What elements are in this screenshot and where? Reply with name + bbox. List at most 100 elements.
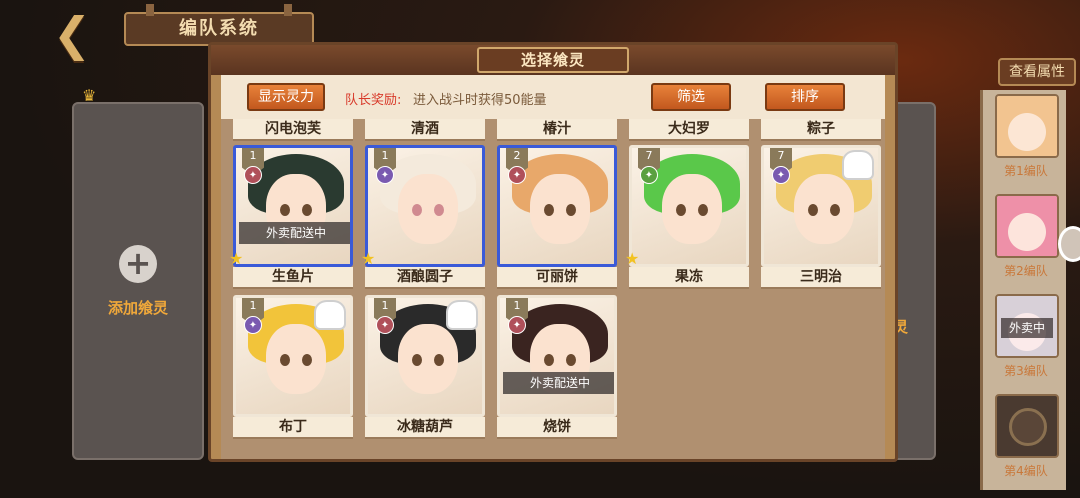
spirit-card[interactable]: 7 ✦ 三明治 [761, 145, 881, 293]
face-shape [794, 174, 854, 244]
team-emblem-icon [1009, 408, 1047, 446]
eye-shape [544, 354, 554, 366]
spirit-name-label: 冰糖葫芦 [365, 417, 485, 439]
team-tab-3[interactable]: 外卖中 [995, 294, 1059, 358]
spirit-portrait: 2 ✦ [497, 145, 617, 267]
eye-shape [698, 204, 708, 216]
sort-button[interactable]: 排序 [765, 83, 845, 111]
team-label-4: 第4编队 [1004, 464, 1048, 478]
spirit-card[interactable]: 1 ✦ ★ 酒酿圆子 [361, 145, 485, 293]
eye-shape [676, 204, 686, 216]
element-icon: ✦ [376, 316, 394, 334]
spirit-name-label: 大妇罗 [629, 119, 749, 141]
spirit-name-label: 果冻 [629, 267, 749, 289]
face-shape [530, 174, 590, 244]
spirit-card[interactable]: 1 ✦ 外卖配送中 ★ 生鱼片 [229, 145, 353, 293]
spirit-card[interactable]: 1 ✦ 冰糖葫芦 [365, 295, 485, 443]
eye-shape [412, 354, 422, 366]
captain-star-icon: ★ [625, 249, 640, 268]
spirit-name-label: 可丽饼 [497, 267, 617, 289]
spirit-name-label: 布丁 [233, 417, 353, 439]
spirit-name-label: 清酒 [365, 119, 485, 141]
eye-shape [830, 204, 840, 216]
face-shape [266, 324, 326, 394]
element-icon: ✦ [640, 166, 658, 184]
spirit-card[interactable]: 1 ✦ 外卖配送中 烧饼 [497, 295, 617, 443]
modal-toolbar: 显示灵力 队长奖励: 进入战斗时获得50能量 筛选 排序 [221, 75, 885, 119]
captain-star-icon: ★ [229, 249, 244, 268]
game-screen: ❮ 编队系统 ♛ + 添加飨灵 灵 查看属性 第1编队 第2编队 外卖中 第3编… [0, 0, 1080, 498]
spirit-name-label: 椿汁 [497, 119, 617, 141]
chef-hat-icon [314, 300, 346, 330]
element-icon: ✦ [508, 316, 526, 334]
team-label-3: 第3编队 [1004, 364, 1048, 378]
spirit-name-label: 生鱼片 [233, 267, 353, 289]
eye-shape [412, 204, 422, 216]
spirit-card[interactable]: 1 ✦ 布丁 [233, 295, 353, 443]
face-shape [398, 174, 458, 244]
spirit-card[interactable]: 7 ✦ ★ 果冻 [625, 145, 749, 293]
eye-shape [280, 204, 290, 216]
spirit-portrait: 1 ✦ 外卖配送中 [233, 145, 353, 267]
eye-shape [808, 204, 818, 216]
side-drawer-handle[interactable] [1058, 226, 1080, 262]
team-slot-partial[interactable] [892, 102, 936, 460]
team-tab-4[interactable] [995, 394, 1059, 458]
eye-shape [544, 204, 554, 216]
spirit-grid: 闪电泡芙 清酒 椿汁 大妇罗 粽子 1 ✦ 外卖配送中 ★ 生鱼片 1 ✦ ★ 酒酿圆子 2 ✦ 可丽饼 7 ✦ ★ 果… [221, 119, 885, 459]
spirit-card[interactable]: 2 ✦ 可丽饼 [497, 145, 617, 293]
team-avatar [997, 96, 1057, 156]
show-spirit-power-button[interactable]: 显示灵力 [247, 83, 325, 111]
add-spirit-slot[interactable]: + 添加飨灵 [72, 102, 204, 460]
chef-hat-icon [446, 300, 478, 330]
team-tab-1[interactable] [995, 94, 1059, 158]
element-icon: ✦ [244, 166, 262, 184]
spirit-name-label: 酒酿圆子 [365, 267, 485, 289]
spirit-portrait: 1 ✦ [365, 145, 485, 267]
eye-shape [280, 354, 290, 366]
spirit-name-label: 粽子 [761, 119, 881, 141]
captain-reward-label: 队长奖励: [345, 93, 402, 108]
delivery-status-badge: 外卖中 [1001, 318, 1053, 338]
spirit-portrait: 1 ✦ [233, 295, 353, 417]
spirit-name-label: 三明治 [761, 267, 881, 289]
spirit-portrait: 1 ✦ [365, 295, 485, 417]
select-spirit-modal: 选择飨灵 显示灵力 队长奖励: 进入战斗时获得50能量 筛选 排序 闪电泡芙 清酒… [208, 42, 898, 462]
team-tab-2[interactable] [995, 194, 1059, 258]
spirit-name-label: 烧饼 [497, 417, 617, 439]
eye-shape [302, 204, 312, 216]
team-tabs: 第1编队 第2编队 外卖中 第3编队 第4编队 [980, 90, 1066, 490]
view-attributes-button[interactable]: 查看属性 [998, 58, 1076, 86]
chef-hat-icon [842, 150, 874, 180]
face-shape [662, 174, 722, 244]
modal-header: 选择飨灵 [211, 45, 895, 75]
team-avatar [997, 196, 1057, 256]
element-icon: ✦ [244, 316, 262, 334]
eye-shape [566, 204, 576, 216]
spirit-portrait: 1 ✦ 外卖配送中 [497, 295, 617, 417]
eye-shape [566, 354, 576, 366]
eye-shape [434, 354, 444, 366]
spirit-portrait: 7 ✦ [629, 145, 749, 267]
spirit-name-label: 闪电泡芙 [233, 119, 353, 141]
eye-shape [434, 204, 444, 216]
team-label-2: 第2编队 [1004, 264, 1048, 278]
element-icon: ✦ [772, 166, 790, 184]
back-arrow-icon[interactable]: ❮ [44, 11, 100, 58]
element-icon: ✦ [508, 166, 526, 184]
captain-reward-text: 进入战斗时获得50能量 [413, 93, 547, 108]
plus-icon: + [119, 244, 157, 283]
filter-button[interactable]: 筛选 [651, 83, 731, 111]
modal-body: 显示灵力 队长奖励: 进入战斗时获得50能量 筛选 排序 闪电泡芙 清酒 椿汁 大妇罗… [221, 75, 885, 459]
element-icon: ✦ [376, 166, 394, 184]
modal-title: 选择飨灵 [477, 47, 629, 73]
team-label-1: 第1编队 [1004, 164, 1048, 178]
page-title: 编队系统 [124, 4, 314, 46]
face-shape [398, 324, 458, 394]
delivery-status-overlay: 外卖配送中 [503, 372, 614, 394]
spirit-portrait: 7 ✦ [761, 145, 881, 267]
captain-star-icon: ★ [361, 249, 376, 268]
eye-shape [302, 354, 312, 366]
add-spirit-label: 添加飨灵 [107, 298, 168, 317]
delivery-status-overlay: 外卖配送中 [239, 222, 350, 244]
